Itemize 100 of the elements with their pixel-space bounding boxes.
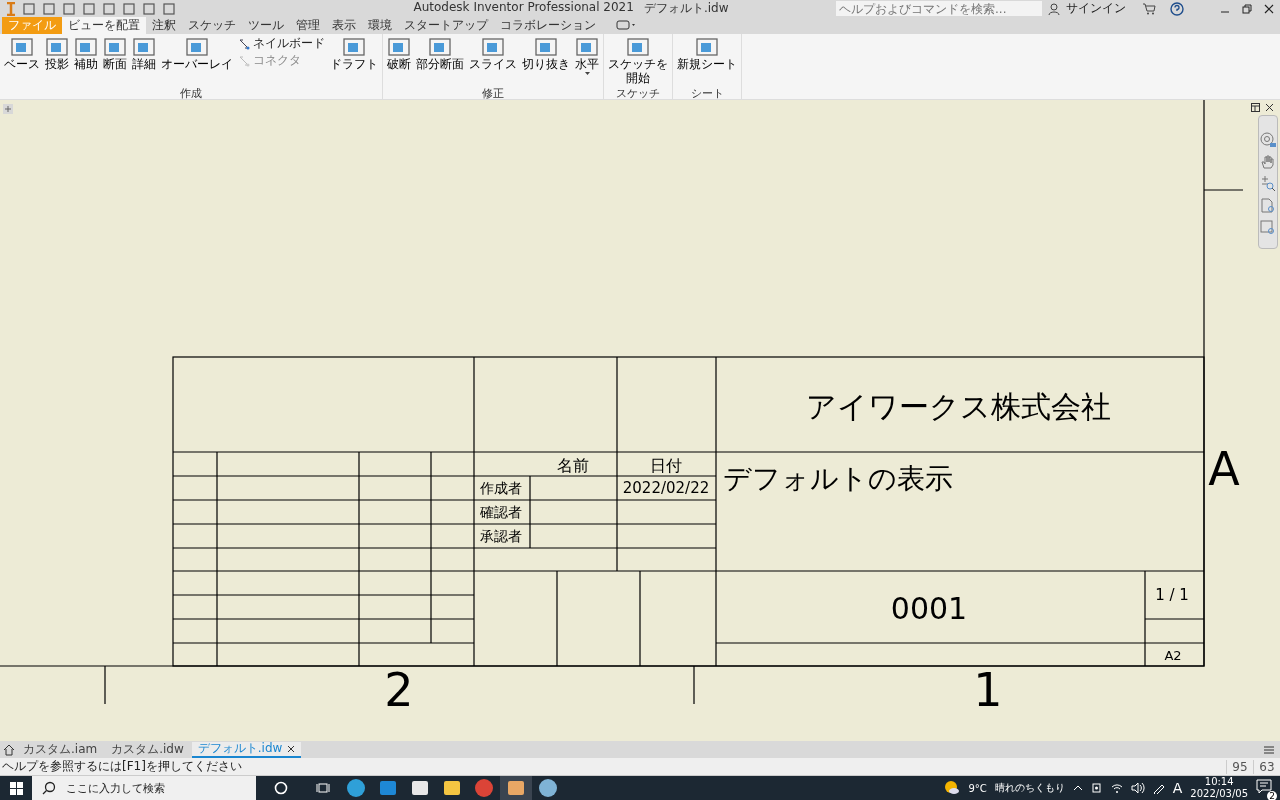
date-value: 2022/02/22 (622, 479, 710, 498)
zone-number: 1 (973, 663, 1003, 718)
drawing-title: デフォルトの表示 (723, 462, 953, 496)
view-frame-icon (343, 36, 365, 57)
weather-sun-cloud-icon (944, 780, 961, 796)
ribbon-button[interactable]: 補助 (72, 35, 100, 86)
circle-icon[interactable] (274, 781, 288, 795)
user-icon (1048, 2, 1060, 15)
company-name: アイワークス株式会社 (805, 389, 1111, 425)
meeting-icon[interactable] (1090, 782, 1103, 794)
ribbon-button[interactable]: 投影 (43, 35, 71, 86)
toolbar-icon[interactable] (22, 2, 36, 15)
ribbon-button[interactable]: スケッチを 開始 (606, 35, 670, 86)
toolbar-icon[interactable] (42, 2, 56, 15)
ribbon-tab[interactable]: スケッチ (182, 17, 242, 34)
menu-icon[interactable] (1264, 744, 1274, 755)
status-value: 95 (1226, 759, 1253, 774)
ribbon-button[interactable]: ドラフト (328, 35, 380, 86)
notification-icon[interactable] (1256, 779, 1272, 795)
ribbon-button[interactable]: 新規シート (675, 35, 739, 86)
document-tab[interactable]: カスタム.idw (105, 741, 190, 758)
speaker-icon[interactable] (1130, 782, 1145, 794)
zoom-icon[interactable] (1260, 176, 1276, 193)
view-frame-icon (11, 36, 33, 57)
connector-icon (238, 37, 250, 50)
group-title: シート (689, 85, 725, 99)
cart-icon[interactable] (1142, 2, 1156, 15)
help-icon[interactable] (1170, 1, 1184, 16)
task-view-icon[interactable] (316, 781, 330, 795)
row-label: 承認者 (480, 528, 522, 545)
help-search-field[interactable]: ヘルプおよびコマンドを検索... (836, 1, 1042, 16)
column-header: 日付 (650, 456, 682, 476)
view-frame-icon (75, 36, 97, 57)
view-frame-icon (696, 36, 718, 57)
ribbon-tab[interactable]: スタートアップ (398, 17, 494, 34)
clock-time[interactable]: 10:14 (1204, 776, 1234, 788)
ribbon-tab[interactable]: 注釈 (146, 17, 182, 34)
row-label: 作成者 (480, 480, 522, 497)
ribbon-button[interactable]: オーバーレイ (159, 35, 235, 86)
ribbon-tab[interactable]: ビューを配置 (62, 17, 146, 34)
ime-indicator[interactable]: A (1172, 780, 1183, 796)
toolbar-icon[interactable] (82, 2, 96, 15)
status-value: 63 (1253, 759, 1280, 774)
caret-icon (584, 71, 590, 75)
ribbon-button[interactable]: 部分断面 (414, 35, 466, 86)
restore-icon[interactable] (1242, 3, 1252, 14)
view-frame-icon (535, 36, 557, 57)
close-icon[interactable] (1264, 3, 1274, 14)
close-icon[interactable] (1265, 103, 1274, 113)
app-icon[interactable] (506, 778, 526, 798)
ribbon-button[interactable]: スライス (467, 35, 519, 86)
ribbon-tab[interactable]: 管理 (290, 17, 326, 34)
sheet-size: A2 (1164, 648, 1182, 664)
taskbar-search-field[interactable]: ここに入力して検索 (32, 776, 256, 800)
toolbar-icon[interactable] (102, 2, 116, 15)
home-icon[interactable] (3, 743, 15, 756)
status-hint: ヘルプを参照するには[F1]を押してください (2, 758, 243, 775)
panel-toggle-icon[interactable] (616, 20, 636, 31)
ribbon-button[interactable]: 切り抜き (520, 35, 572, 86)
ribbon-tab[interactable]: 環境 (362, 17, 398, 34)
view-frame-icon (482, 36, 504, 57)
expand-icon[interactable] (3, 104, 13, 115)
sheet-number: 1 / 1 (1155, 586, 1189, 605)
pen-icon[interactable] (1152, 782, 1165, 794)
close-icon[interactable] (287, 744, 296, 753)
toolbar-icon[interactable] (162, 2, 176, 15)
drawing-number: 0001 (890, 591, 968, 627)
ribbon-button[interactable]: ベース (2, 35, 42, 86)
ribbon-button[interactable]: ネイルボード (236, 35, 327, 52)
ribbon-tab[interactable]: ツール (242, 17, 290, 34)
ribbon-button[interactable]: 破断 (385, 35, 413, 86)
view-frame-icon (627, 36, 649, 57)
view-frame-icon (576, 36, 598, 57)
chevron-up-icon[interactable] (1072, 785, 1083, 791)
window-icon[interactable] (1251, 103, 1260, 113)
document-tab[interactable]: カスタム.iam (17, 741, 104, 758)
view-frame-icon (388, 36, 410, 57)
ribbon-button[interactable]: 詳細 (130, 35, 158, 86)
column-header: 名前 (557, 456, 589, 476)
search-icon (42, 781, 56, 795)
clock-date[interactable]: 2022/03/05 (1190, 788, 1248, 800)
search-input[interactable]: ここに入力して検索 (64, 780, 248, 796)
ribbon-tab[interactable]: 表示 (326, 17, 362, 34)
temperature: 9°C (968, 782, 987, 794)
view-frame-icon (429, 36, 451, 57)
ribbon-button[interactable]: 断面 (101, 35, 129, 86)
zone-letter: A (1208, 442, 1240, 497)
wifi-icon[interactable] (1110, 782, 1123, 794)
pan-hand-icon[interactable] (1260, 154, 1276, 171)
ribbon-tab[interactable]: コラボレーション (494, 17, 602, 34)
windows-logo-icon (9, 781, 23, 795)
ribbon-button[interactable]: 水平 (573, 35, 601, 86)
group-title: スケッチ (615, 85, 661, 99)
zone-number: 2 (384, 663, 414, 718)
view-frame-icon (186, 36, 208, 57)
toolbar-icon[interactable] (122, 2, 136, 15)
group-title: 修正 (481, 85, 505, 99)
toolbar-icon[interactable] (142, 2, 156, 15)
toolbar-icon[interactable] (62, 2, 76, 15)
sign-in-link[interactable]: サインイン (1066, 0, 1136, 17)
